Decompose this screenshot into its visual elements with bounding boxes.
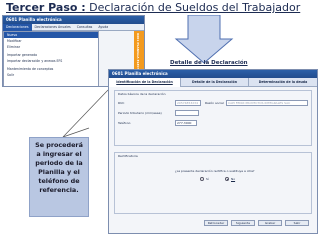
tab-identificacion[interactable]: Identificación de la Declaración [109, 78, 181, 87]
retroceder-button[interactable]: Retroceder [204, 220, 228, 226]
telefono-label: Teléfono [118, 121, 131, 125]
radio-no[interactable] [225, 177, 229, 181]
basic-data-group: Datos básicos de la declaración RUC 2057… [114, 90, 312, 146]
razon-social-field[interactable]: CAPI FENIX PROYECTOS INTEGRALES SAC [226, 100, 308, 106]
razon-social-label: Razón social [205, 101, 224, 105]
rectificatoria-group: Rectificatoria ¿La presente declaración … [114, 152, 312, 214]
grabar-button[interactable]: Grabar [258, 220, 282, 226]
salir-button[interactable]: Salir [285, 220, 309, 226]
large-app-window: 0601 Planilla electrónica Identificación… [108, 69, 318, 234]
large-window-title: 0601 Planilla electrónica [109, 70, 317, 78]
rectificatoria-heading: Rectificatoria [118, 154, 138, 158]
radio-si[interactable] [200, 177, 204, 181]
periodo-field[interactable] [175, 110, 199, 116]
rectificatoria-question: ¿La presente declaración rectifica o sus… [175, 169, 255, 173]
tab-strip: Identificación de la Declaración Detalle… [109, 78, 317, 87]
radio-si-label: Sí [206, 177, 209, 181]
ruc-field[interactable]: 20574853234 [175, 100, 201, 106]
side-callout-box: Se procederá a ingresar el periodo de la… [29, 137, 89, 217]
side-callout-text: Se procederá a ingresar el periodo de la… [35, 141, 83, 194]
siguiente-button[interactable]: Siguiente [231, 220, 255, 226]
radio-no-label: No [231, 177, 236, 181]
tab-determinacion[interactable]: Determinación de la deuda [249, 78, 317, 87]
basic-data-heading: Datos básicos de la declaración [118, 92, 166, 96]
ruc-label: RUC [118, 101, 125, 105]
periodo-label: Periodo tributario (mm/aaaa) [118, 111, 162, 115]
tab-detalle[interactable]: Detalle de la Declaración [181, 78, 249, 87]
telefono-field[interactable]: 277-3000 [175, 120, 197, 126]
